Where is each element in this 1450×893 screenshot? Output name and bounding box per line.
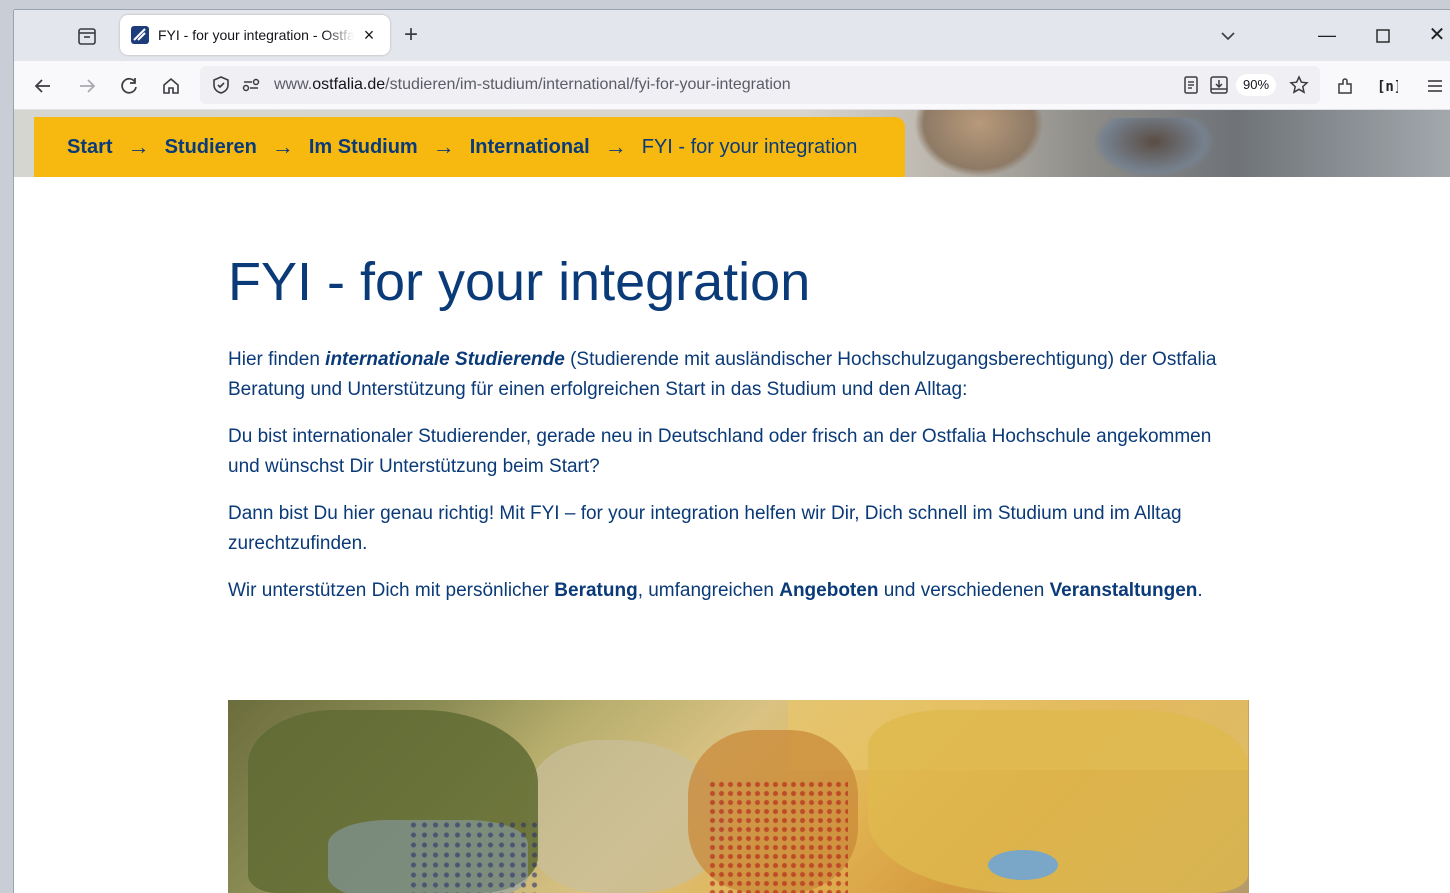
custom-extension-icon[interactable]: [n] xyxy=(1374,73,1402,99)
support-text-1: Wir unterstützen Dich mit persönlicher xyxy=(228,580,555,601)
breadcrumb-start[interactable]: Start xyxy=(67,136,113,159)
hero-person-right xyxy=(1094,118,1214,177)
url-text[interactable]: www.ostfalia.de/studieren/im-studium/int… xyxy=(274,76,791,94)
url-path: /studieren/im-studium/international/fyi-… xyxy=(385,76,791,93)
intro-paragraph: Hier finden internationale Studierende (… xyxy=(228,345,1238,405)
page-title: FYI - for your integration xyxy=(228,252,811,312)
question-paragraph: Du bist internationaler Studierender, ge… xyxy=(228,426,1212,477)
arrow-right-icon: → xyxy=(271,134,294,159)
chevron-down-icon[interactable] xyxy=(1216,24,1240,48)
nav-bar: www.ostfalia.de/studieren/im-studium/int… xyxy=(14,61,1450,110)
breadcrumb-international[interactable]: International xyxy=(470,136,590,159)
reader-view-icon[interactable] xyxy=(1178,72,1204,98)
shield-icon[interactable] xyxy=(208,72,234,98)
web-page: Start → Studieren → Im Studium → Interna… xyxy=(14,110,1450,893)
support-paragraph: Wir unterstützen Dich mit persönlicher B… xyxy=(228,576,1203,606)
browser-window: FYI - for your integration - Ostfalia × … xyxy=(14,10,1450,893)
url-prefix: www. xyxy=(274,76,313,93)
tab-close-icon[interactable]: × xyxy=(358,24,380,46)
tab-title: FYI - for your integration - Ostfalia xyxy=(158,27,354,43)
minimize-button[interactable]: — xyxy=(1314,24,1340,48)
url-bar[interactable]: www.ostfalia.de/studieren/im-studium/int… xyxy=(200,66,1320,104)
svg-text:[n]: [n] xyxy=(1377,79,1398,95)
menu-hamburger-icon[interactable] xyxy=(1422,73,1448,99)
tab-active[interactable]: FYI - for your integration - Ostfalia × xyxy=(120,15,390,55)
ostfalia-favicon-icon xyxy=(131,26,149,44)
arrow-right-icon: → xyxy=(127,134,150,159)
world-map-image xyxy=(228,700,1249,893)
tab-strip: FYI - for your integration - Ostfalia × … xyxy=(14,10,1450,61)
close-window-button[interactable]: ✕ xyxy=(1424,24,1450,48)
intro-emphasis: internationale Studierende xyxy=(325,349,565,370)
reload-icon[interactable] xyxy=(116,73,142,99)
home-icon[interactable] xyxy=(158,73,184,99)
extensions-icon[interactable] xyxy=(1332,73,1358,99)
support-beratung: Beratung xyxy=(554,580,638,601)
hero-person-left xyxy=(914,110,1044,177)
support-veranstaltungen: Veranstaltungen xyxy=(1049,580,1198,601)
new-tab-button[interactable]: + xyxy=(398,23,424,49)
breadcrumb-current: FYI - for your integration xyxy=(641,135,858,158)
arrow-right-icon: → xyxy=(432,134,455,159)
answer-paragraph: Dann bist Du hier genau richtig! Mit FYI… xyxy=(228,503,1182,554)
back-icon[interactable] xyxy=(30,73,56,99)
support-text-2: , umfangreichen xyxy=(637,580,780,601)
main-content: FYI - for your integration Hier finden i… xyxy=(228,250,1238,601)
bookmark-star-icon[interactable] xyxy=(1286,72,1312,98)
support-text-3: und verschiedenen xyxy=(878,580,1050,601)
site-info-icon[interactable] xyxy=(238,72,264,98)
support-text-4: . xyxy=(1197,580,1203,601)
tab-list-icon[interactable] xyxy=(74,23,100,49)
url-host: ostfalia.de xyxy=(312,76,386,93)
forward-icon[interactable] xyxy=(74,73,100,99)
maximize-button[interactable] xyxy=(1370,24,1396,48)
breadcrumb-studieren[interactable]: Studieren xyxy=(165,136,257,159)
download-page-icon[interactable] xyxy=(1206,72,1232,98)
breadcrumb-im-studium[interactable]: Im Studium xyxy=(309,136,418,159)
zoom-level-badge[interactable]: 90% xyxy=(1236,74,1276,96)
breadcrumb: Start → Studieren → Im Studium → Interna… xyxy=(34,117,905,177)
support-angeboten: Angeboten xyxy=(779,580,879,601)
arrow-right-icon: → xyxy=(604,134,627,159)
intro-text-1: Hier finden xyxy=(228,349,326,370)
